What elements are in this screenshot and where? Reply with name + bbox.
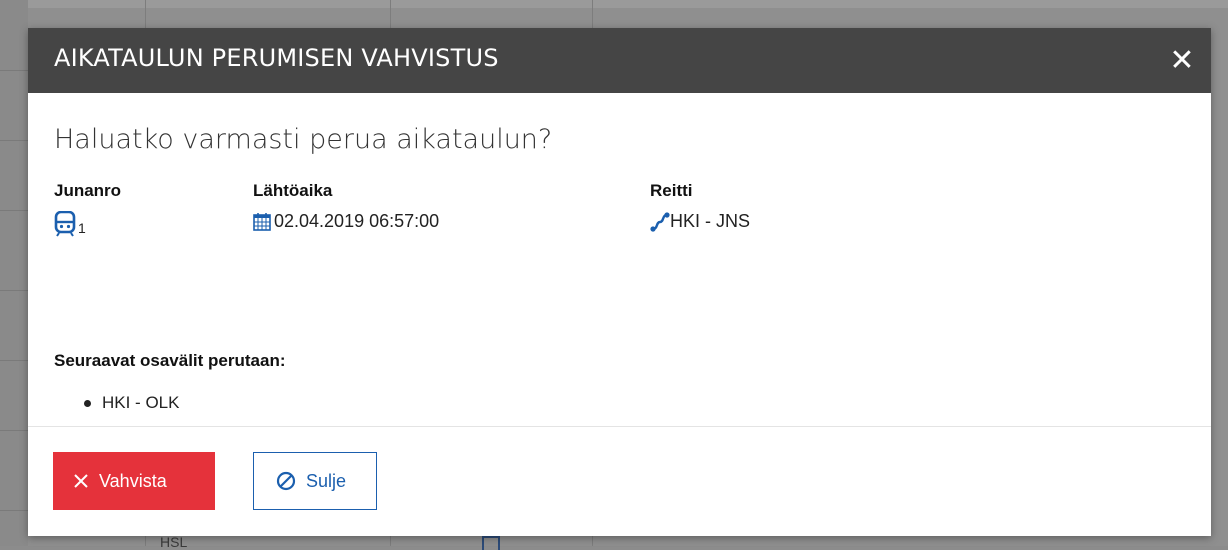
departure-time: 02.04.2019 06:57:00 — [274, 211, 440, 231]
background-row-line — [0, 430, 28, 431]
close-button-label: Sulje — [306, 470, 347, 491]
train-number-label: Junanro — [54, 181, 122, 200]
departure-time-value-group: 02.04.2019 06:57:00 — [253, 211, 439, 232]
close-icon — [73, 473, 89, 489]
background-row-line — [0, 210, 28, 211]
cancel-confirmation-dialog: AIKATAULUN PERUMISEN VAHVISTUS ✕ Haluatk… — [28, 28, 1211, 536]
dialog-footer: Vahvista Sulje — [28, 426, 1211, 536]
background-row-line — [0, 290, 28, 291]
cancelled-segments-title: Seuraavat osavälit perutaan: — [54, 351, 286, 370]
background-checkbox — [482, 536, 500, 550]
confirm-button[interactable]: Vahvista — [53, 452, 215, 510]
dialog-header: AIKATAULUN PERUMISEN VAHVISTUS ✕ — [28, 28, 1211, 93]
route-label: Reitti — [650, 181, 693, 200]
route-icon — [650, 211, 670, 232]
confirmation-question: Haluatko varmasti perua aikataulun? — [54, 124, 553, 155]
background-row-line — [0, 360, 28, 361]
route-value-group: HKI - JNS — [650, 211, 750, 232]
dialog-body: Haluatko varmasti perua aikataulun? Juna… — [28, 93, 1211, 426]
close-button[interactable]: Sulje — [253, 452, 377, 510]
train-number: 1 — [78, 220, 86, 236]
ban-icon — [276, 471, 296, 491]
train-number-value-group: 1 — [54, 211, 86, 237]
dialog-title: AIKATAULUN PERUMISEN VAHVISTUS — [54, 44, 499, 72]
confirm-button-label: Vahvista — [99, 470, 167, 491]
background-topbar — [0, 0, 1228, 8]
cancelled-segments-list: HKI - OLK — [84, 393, 179, 413]
background-row-line — [0, 140, 28, 141]
route-value: HKI - JNS — [670, 211, 751, 231]
list-item: HKI - OLK — [84, 393, 179, 413]
background-left-strip — [0, 0, 28, 546]
background-cell-text: HSL — [160, 534, 188, 550]
calendar-icon — [253, 212, 271, 231]
background-row-line — [0, 510, 28, 511]
close-icon[interactable]: ✕ — [1167, 46, 1197, 76]
train-icon — [54, 211, 76, 237]
background-row-line — [0, 70, 28, 71]
departure-time-label: Lähtöaika — [253, 181, 333, 200]
